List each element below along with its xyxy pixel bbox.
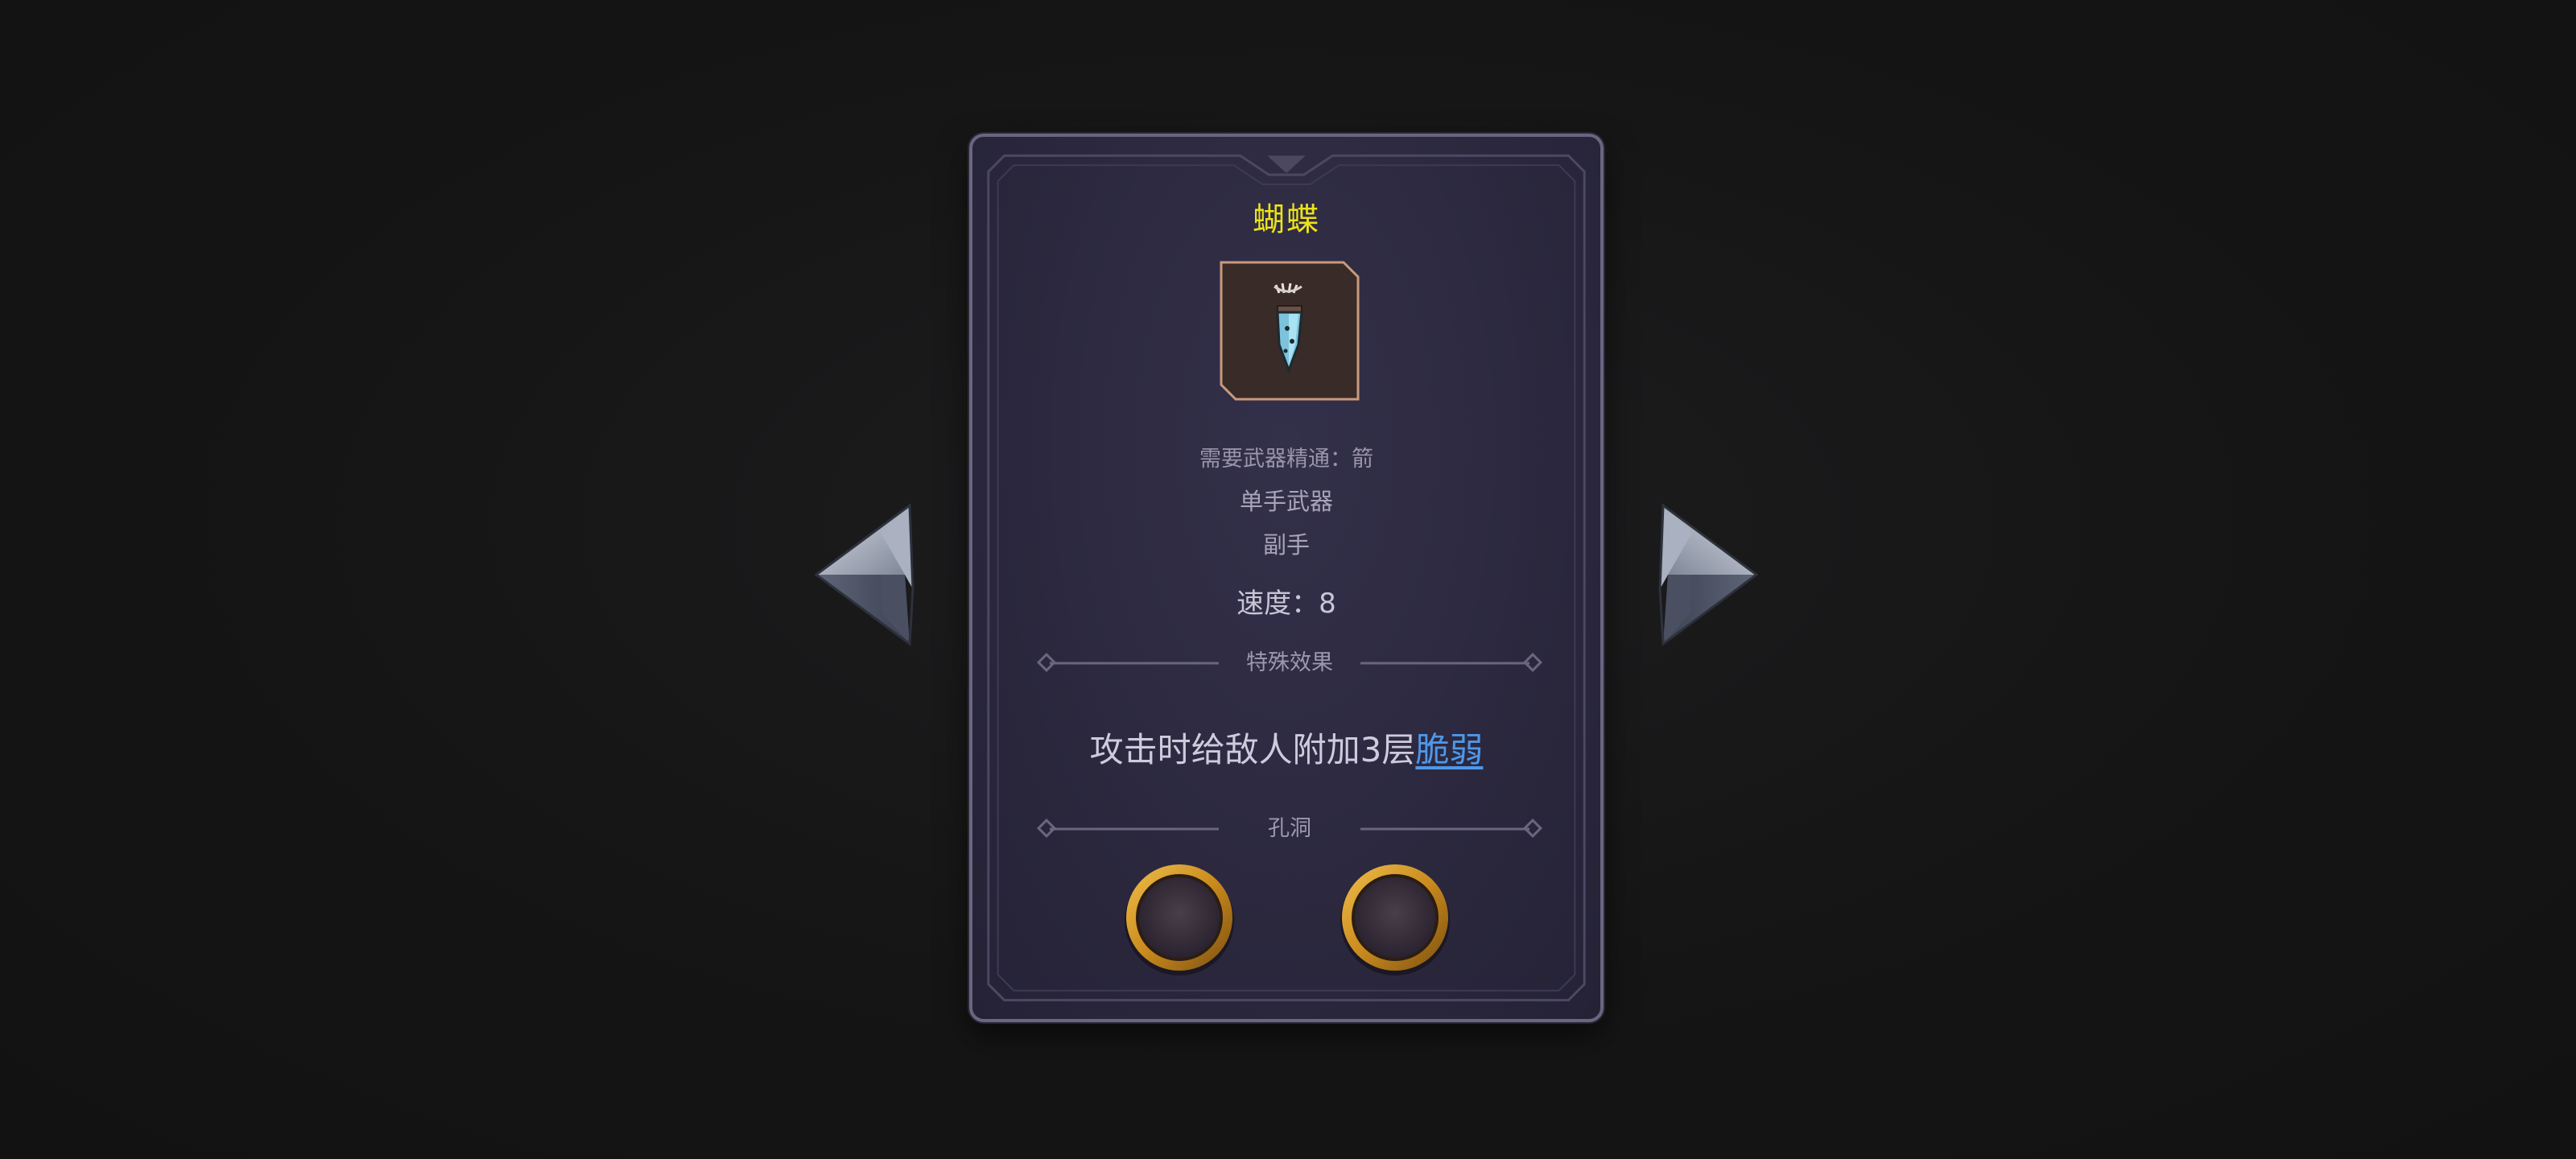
weapon-mastery-requirement: 需要武器精通：箭 <box>1199 447 1373 472</box>
socket-slot-1[interactable] <box>1119 858 1240 979</box>
prev-item-button[interactable] <box>814 501 919 649</box>
socket-slot-2[interactable] <box>1335 858 1455 979</box>
speed-stat: 速度：8 <box>1236 588 1336 620</box>
item-tooltip-card: 蝴蝶 需要武器精通：箭 单手武器 副手 速度：8 特殊效果 攻击时给敌人附加3层… <box>969 134 1604 1022</box>
arrow-right-icon <box>1658 503 1759 646</box>
empty-socket-icon <box>1340 864 1450 975</box>
next-item-button[interactable] <box>1653 501 1759 649</box>
holes-divider: 孔洞 <box>1036 813 1543 845</box>
holes-header: 孔洞 <box>1268 816 1311 841</box>
special-effect-divider: 特殊效果 <box>1036 647 1543 679</box>
weapon-hand-type: 单手武器 <box>1239 488 1333 515</box>
butterfly-blade-icon <box>1220 261 1360 401</box>
special-effect-header: 特殊效果 <box>1246 650 1333 675</box>
item-name: 蝴蝶 <box>1253 201 1320 238</box>
special-effect-description: 攻击时给敌人附加3层脆弱 <box>972 723 1600 772</box>
item-icon-frame <box>1220 261 1360 401</box>
fragile-keyword-link[interactable]: 脆弱 <box>1415 730 1483 769</box>
effect-text: 攻击时给敌人附加3层 <box>1089 730 1416 769</box>
equip-slot: 副手 <box>1262 531 1310 559</box>
arrow-left-icon <box>814 503 914 646</box>
empty-socket-icon <box>1125 864 1234 975</box>
